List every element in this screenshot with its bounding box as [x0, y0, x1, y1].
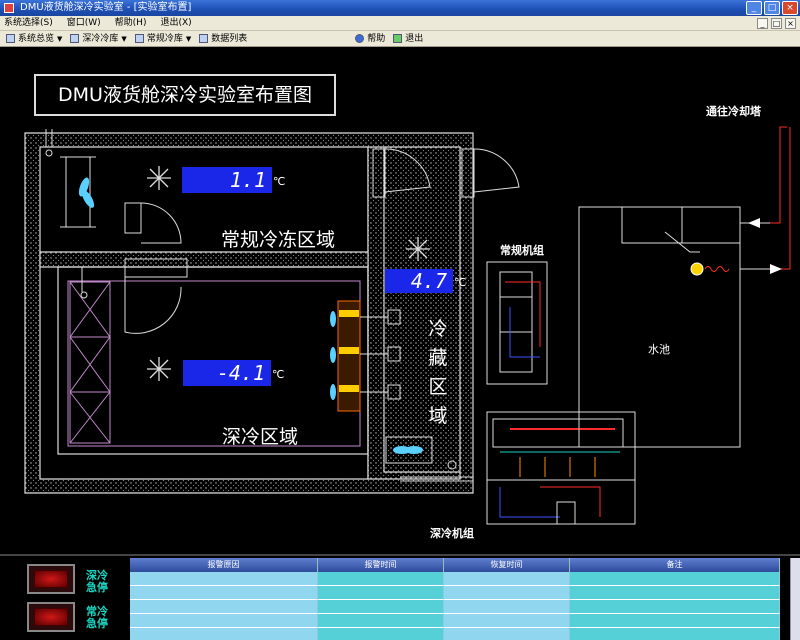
zone-label-refrigerated: 冷 藏 区 域 — [427, 315, 449, 431]
cooling-tower-label: 通往冷却塔 — [706, 105, 761, 118]
mdi-minimize-button[interactable]: _ — [757, 18, 768, 29]
deep-estop-label: 深冷急停 — [86, 569, 108, 594]
alarm-table-header: 报警原因 报警时间 恢复时间 备注 — [130, 558, 790, 572]
table-scrollbar[interactable] — [790, 558, 800, 640]
plan-title: DMU液货舱深冷实验室布置图 — [34, 74, 336, 116]
divider-wall — [39, 251, 369, 268]
close-button[interactable]: × — [782, 1, 798, 15]
temp-unit: ℃ — [273, 175, 286, 188]
window-title: DMU液货舱深冷实验室 - [实验室布置] — [20, 2, 192, 13]
menu-window[interactable]: 窗口(W) — [67, 16, 101, 30]
table-row[interactable] — [130, 600, 790, 614]
alarm-table: 报警原因 报警时间 恢复时间 备注 — [130, 558, 790, 640]
deep-estop-button[interactable] — [27, 564, 75, 594]
exit-icon — [393, 34, 403, 43]
zone-label-char: 域 — [428, 405, 448, 427]
help-icon — [355, 34, 365, 43]
toolbar-label: 帮助 — [367, 33, 386, 44]
heater-coil — [704, 266, 730, 272]
toolbar-label: 退出 — [405, 33, 424, 44]
table-row[interactable] — [130, 614, 790, 628]
regular-estop-label: 常冷急停 — [86, 605, 108, 630]
arrow-icon — [748, 218, 782, 274]
zone-label-char: 区 — [428, 376, 448, 398]
cold-storage-icon — [134, 34, 144, 43]
pool-label: 水池 — [648, 343, 670, 356]
table-row[interactable] — [130, 572, 790, 586]
temp-refrigerated: 4.7 — [385, 269, 453, 293]
regular-estop-button[interactable] — [27, 602, 75, 632]
evaporator-panel — [69, 281, 111, 444]
menu-bar: 系统选择(S) 窗口(W) 帮助(H) 退出(X) _ □ × — [0, 16, 800, 31]
floor-plan-drawing — [24, 126, 791, 525]
deep-unit-label: 深冷机组 — [430, 527, 474, 540]
menu-system-select[interactable]: 系统选择(S) — [4, 16, 53, 30]
toolbar-deep-freeze-button[interactable]: 深冷冷库 ▼ — [70, 31, 127, 46]
fan-icon — [78, 177, 95, 208]
app-window: DMU液货舱深冷实验室 - [实验室布置] _ □ × 系统选择(S) 窗口(W… — [0, 0, 800, 640]
temp-unit: ℃ — [454, 276, 467, 289]
floor-plan-canvas: DMU液货舱深冷实验室布置图 1.1 ℃ 4.7 ℃ -4.1 ℃ 常规冷冻区域… — [0, 47, 800, 554]
table-row[interactable] — [130, 586, 790, 600]
zone-label-char: 藏 — [428, 347, 448, 369]
cooling-water-lines — [770, 126, 791, 270]
pool-and-piping — [578, 206, 770, 448]
app-icon — [4, 3, 14, 13]
toolbar-data-list-button[interactable]: 数据列表 — [199, 31, 247, 46]
toolbar: 系统总览 ▼ 深冷冷库 ▼ 常规冷库 ▼ 数据列表 帮助 退出 — [0, 31, 800, 47]
zone-label-regular-freeze: 常规冷冻区域 — [221, 229, 336, 251]
mdi-restore-button[interactable]: □ — [771, 18, 782, 29]
table-row[interactable] — [130, 628, 790, 640]
col-alarm-time[interactable]: 报警时间 — [318, 558, 444, 572]
toolbar-label: 深冷冷库 — [82, 33, 119, 44]
chevron-down-icon: ▼ — [57, 34, 63, 43]
zone-label-deep-freeze: 深冷区域 — [222, 426, 299, 448]
swing-door-regular — [124, 202, 188, 334]
toolbar-cold-storage-button[interactable]: 常规冷库 ▼ — [134, 31, 192, 46]
pump-icon — [690, 262, 704, 276]
regular-unit-drawing — [486, 261, 548, 385]
toolbar-exit-button[interactable]: 退出 — [393, 31, 423, 46]
minimize-button[interactable]: _ — [746, 1, 762, 15]
data-list-icon — [199, 34, 209, 43]
col-alarm-reason[interactable]: 报警原因 — [130, 558, 318, 572]
regular-unit-label: 常规机组 — [500, 244, 544, 257]
toolbar-help-button[interactable]: 帮助 — [355, 31, 385, 46]
toolbar-label: 系统总览 — [18, 33, 55, 44]
chevron-down-icon: ▼ — [121, 34, 127, 43]
toolbar-label: 数据列表 — [211, 33, 248, 44]
menu-help[interactable]: 帮助(H) — [115, 16, 147, 30]
toolbar-overview-button[interactable]: 系统总览 ▼ — [6, 31, 62, 46]
temp-regular-freeze: 1.1 — [182, 167, 272, 193]
deep-freeze-icon — [70, 34, 80, 43]
zone-label-char: 冷 — [428, 318, 448, 340]
col-remark[interactable]: 备注 — [570, 558, 780, 572]
col-recover-time[interactable]: 恢复时间 — [444, 558, 570, 572]
chevron-down-icon: ▼ — [185, 34, 192, 43]
estop-lamp-icon — [34, 608, 68, 626]
mdi-close-button[interactable]: × — [785, 18, 796, 29]
toolbar-label: 常规冷库 — [146, 33, 183, 44]
estop-lamp-icon — [34, 570, 68, 588]
deep-unit-drawing — [486, 411, 636, 525]
temp-deep-freeze: -4.1 — [183, 360, 271, 386]
overview-icon — [6, 34, 15, 43]
temp-unit: ℃ — [272, 368, 285, 381]
maximize-button[interactable]: □ — [764, 1, 780, 15]
alarm-panel: 深冷急停 常冷急停 报警原因 报警时间 恢复时间 备注 — [0, 554, 800, 640]
title-bar: DMU液货舱深冷实验室 - [实验室布置] _ □ × — [0, 0, 800, 16]
menu-exit[interactable]: 退出(X) — [160, 16, 191, 30]
